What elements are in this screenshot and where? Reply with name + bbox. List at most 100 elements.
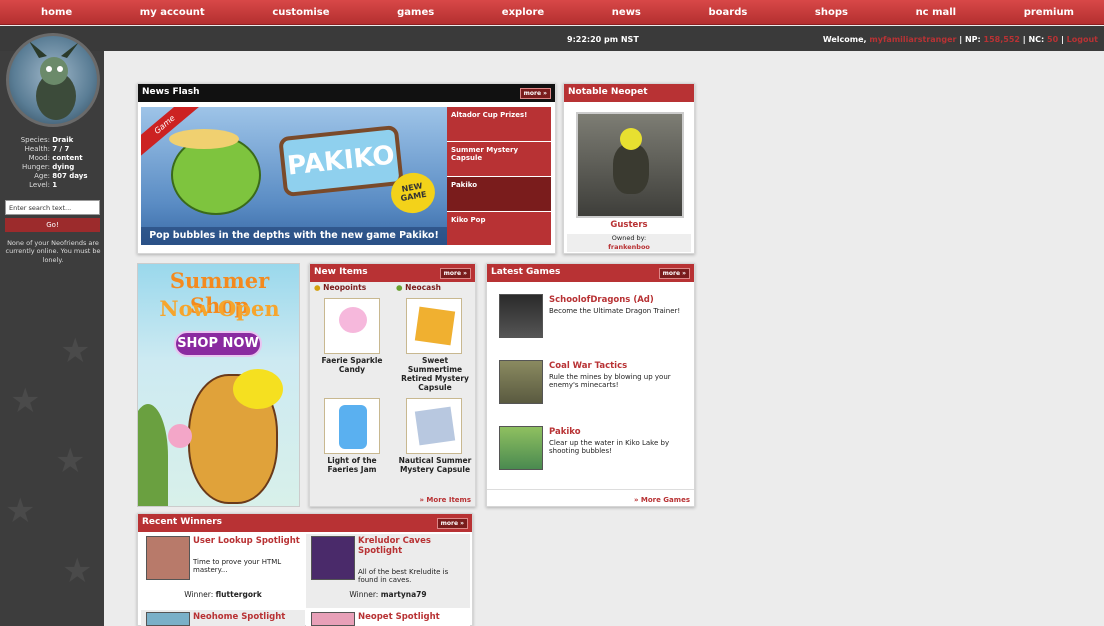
pakiko-banner[interactable]: Game PAKIKO NEW GAME Pop bubbles in the … [141, 107, 447, 245]
item-image[interactable] [324, 298, 380, 354]
pet-stat: Level: 1 [0, 181, 104, 189]
panel-title: Latest Games [491, 267, 561, 277]
stat-key: Mood: [28, 154, 50, 162]
game-thumbnail[interactable] [499, 360, 543, 404]
banner-caption: Pop bubbles in the depths with the new g… [141, 227, 447, 245]
item-image[interactable] [324, 398, 380, 454]
nav-news[interactable]: news [612, 7, 641, 18]
summer-shop-ad[interactable]: Summer Shop Now Open SHOP NOW [137, 263, 300, 507]
nc-amount[interactable]: 50 [1047, 35, 1058, 44]
pet-avatar[interactable] [6, 33, 100, 127]
game-title[interactable]: SchoolofDragons (Ad) [549, 295, 654, 305]
nav-premium[interactable]: premium [1024, 7, 1074, 18]
spotlight-thumbnail[interactable] [311, 536, 355, 580]
item-name[interactable]: Faerie Sparkle Candy [315, 356, 389, 374]
capsule-shape [414, 306, 456, 346]
more-button[interactable]: more » [519, 88, 551, 99]
latest-games-panel: Latest Games more » SchoolofDragons (Ad) … [486, 263, 695, 507]
winner-name[interactable]: martyna79 [381, 590, 427, 599]
np-amount[interactable]: 158,552 [984, 35, 1020, 44]
star-decoration: ★ [62, 551, 93, 591]
game-thumbnail[interactable] [499, 426, 543, 470]
more-games-link[interactable]: » More Games [634, 496, 690, 504]
game-title[interactable]: Coal War Tactics [549, 361, 627, 371]
nav-nc-mall[interactable]: nc mall [916, 7, 957, 18]
nav-explore[interactable]: explore [502, 7, 544, 18]
winner-card: Kreludor Caves Spotlight All of the best… [306, 534, 470, 608]
spotlight-description: Time to prove your HTML mastery... [193, 558, 282, 574]
nav-boards[interactable]: boards [708, 7, 747, 18]
star-decoration: ★ [55, 441, 86, 481]
game-description: Become the Ultimate Dragon Trainer! [549, 307, 681, 315]
more-items-link[interactable]: » More Items [419, 496, 471, 504]
item-image[interactable] [406, 398, 462, 454]
palm-tree [138, 404, 168, 506]
news-item[interactable]: Altador Cup Prizes! [447, 107, 551, 142]
pet-stat: Health: 7 / 7 [0, 145, 104, 153]
spotlight-thumbnail[interactable] [146, 536, 190, 580]
winner-line: Winner: fluttergork [141, 590, 305, 599]
pet-stat: Species: Draik [0, 136, 104, 144]
game-thumbnail[interactable] [499, 294, 543, 338]
nav-shops[interactable]: shops [815, 7, 848, 18]
coin-icon: ● [314, 283, 321, 292]
news-item[interactable]: Summer Mystery Capsule [447, 142, 551, 177]
item-name[interactable]: Light of the Faeries Jam [315, 456, 389, 474]
panel-header: News Flash more » [138, 84, 555, 102]
nav-games[interactable]: games [397, 7, 434, 18]
tab-neocash[interactable]: ● Neocash [396, 283, 441, 292]
jam-jar-shape [339, 405, 367, 449]
owner-link[interactable]: frankenboo [567, 243, 691, 252]
item-name[interactable]: Nautical Summer Mystery Capsule [396, 456, 474, 474]
nav-customise[interactable]: customise [272, 7, 329, 18]
news-item-selected[interactable]: Pakiko [447, 177, 551, 212]
news-item[interactable]: Kiko Pop [447, 212, 551, 245]
tab-neopoints[interactable]: ● Neopoints [314, 283, 366, 292]
panel-title: Notable Neopet [568, 87, 648, 97]
notable-pet-image[interactable] [576, 112, 684, 218]
item-name[interactable]: Sweet Summertime Retired Mystery Capsule [396, 356, 474, 392]
nav-home[interactable]: home [41, 7, 72, 18]
panel-header: Latest Games more » [487, 264, 694, 282]
logout-link[interactable]: Logout [1067, 35, 1098, 44]
notable-pet-name[interactable]: Gusters [564, 220, 694, 230]
winner-label: Winner: [349, 590, 379, 599]
panel-title: News Flash [142, 87, 200, 97]
item-image[interactable] [406, 298, 462, 354]
news-flash-panel: News Flash more » Game PAKIKO NEW GAME Po… [137, 83, 556, 254]
more-button[interactable]: more » [436, 518, 468, 529]
nav-my-account[interactable]: my account [140, 7, 205, 18]
stat-value: 7 / 7 [52, 145, 70, 153]
character-hair [233, 369, 283, 409]
new-items-panel: New Items more » ● Neopoints ● Neocash Fa… [309, 263, 476, 507]
game-title[interactable]: Pakiko [549, 427, 581, 437]
pet-stat: Hunger: dying [0, 163, 104, 171]
welcome-text: Welcome, myfamiliarstranger | NP: 158,55… [822, 35, 1098, 44]
star-decoration: ★ [10, 381, 41, 421]
more-button[interactable]: more » [658, 268, 690, 279]
spotlight-thumbnail[interactable] [146, 612, 190, 626]
panel-title: Recent Winners [142, 517, 223, 527]
np-label: NP: [964, 35, 981, 44]
stat-value: Draik [52, 136, 74, 144]
spotlight-title[interactable]: Neopet Spotlight [358, 612, 440, 622]
winner-name[interactable]: fluttergork [216, 590, 262, 599]
shop-now-button[interactable]: SHOP NOW [174, 331, 262, 357]
stat-value: content [52, 154, 83, 162]
spotlight-title[interactable]: User Lookup Spotlight [193, 536, 303, 546]
friends-status: None of your Neofriends are currently on… [5, 239, 101, 264]
neocash-icon: ● [396, 283, 403, 292]
stat-key: Level: [29, 181, 50, 189]
more-button[interactable]: more » [439, 268, 471, 279]
spotlight-title[interactable]: Neohome Spotlight [193, 612, 285, 622]
owner-box: Owned by: frankenboo [567, 234, 691, 252]
star-decoration: ★ [5, 491, 36, 531]
winner-label: Winner: [184, 590, 214, 599]
welcome-label: Welcome, [822, 35, 867, 44]
spotlight-thumbnail[interactable] [311, 612, 355, 626]
spotlight-title[interactable]: Kreludor Caves Spotlight [358, 536, 468, 556]
username-link[interactable]: myfamiliarstranger [869, 35, 956, 44]
search-input[interactable]: Enter search text... [5, 200, 100, 215]
go-button[interactable]: Go! [5, 218, 100, 232]
capsule-shape [414, 406, 456, 446]
